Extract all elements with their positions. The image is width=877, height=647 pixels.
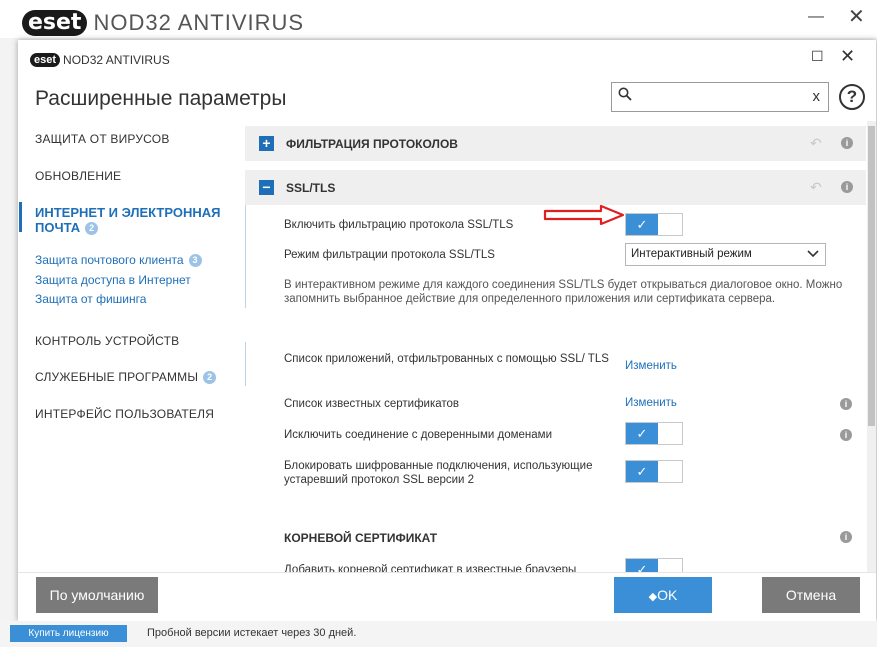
default-button[interactable]: По умолчанию [36, 577, 158, 613]
scrollbar-thumb[interactable] [868, 126, 875, 426]
sidebar-link-antiphishing[interactable]: Защита от фишинга [35, 292, 146, 306]
help-icon[interactable]: ? [839, 84, 865, 110]
search-input[interactable]: x [611, 82, 829, 112]
eset-logo: eset [30, 52, 61, 67]
chevron-down-icon [807, 250, 819, 258]
trial-status-text: Пробной версии истекает через 30 дней. [147, 627, 357, 639]
info-icon[interactable]: i [840, 429, 852, 441]
sidebar-link-mail-client[interactable]: Защита почтового клиента 3 [35, 253, 202, 268]
sidebar-item-update[interactable]: ОБНОВЛЕНИЕ [35, 169, 121, 183]
ok-button[interactable]: ◆OK [614, 577, 712, 613]
root-cert-title: КОРНЕВОЙ СЕРТИФИКАТ [284, 531, 438, 545]
sidebar-link-web-access[interactable]: Защита доступа в Интернет [35, 273, 191, 287]
sidebar-item-label: ИНТЕРНЕТ И ЭЛЕКТРОННАЯ [35, 205, 221, 220]
exclude-trusted-toggle[interactable]: ✓ [625, 422, 683, 445]
check-icon: ✓ [626, 461, 658, 482]
info-icon[interactable]: i [840, 531, 852, 543]
section-protocol-filtering[interactable]: + ФИЛЬТРАЦИЯ ПРОТОКОЛОВ ↶ i [245, 126, 866, 161]
expand-icon[interactable]: + [259, 136, 274, 151]
certs-list-label: Список известных сертификатов [284, 398, 460, 410]
search-icon [618, 87, 632, 101]
search-clear-icon[interactable]: x [813, 88, 821, 105]
annotation-arrow-icon [543, 204, 625, 226]
maximize-icon[interactable]: ☐ [811, 48, 824, 65]
minimize-icon[interactable]: — [808, 8, 824, 26]
sidebar-item-label: СЛУЖЕБНЫЕ ПРОГРАММЫ [35, 370, 199, 384]
info-icon[interactable]: i [841, 137, 853, 149]
buy-license-button[interactable]: Купить лицензию [10, 625, 127, 642]
close-icon[interactable]: ✕ [848, 4, 868, 29]
info-icon[interactable]: i [840, 398, 852, 410]
enable-ssl-label: Включить фильтрацию протокола SSL/TLS [284, 219, 514, 231]
block-obsolete-label: Блокировать шифрованные подключения, исп… [284, 460, 593, 486]
sidebar-item-label: ПОЧТА [35, 220, 81, 235]
check-icon: ✓ [626, 214, 658, 235]
count-badge: 2 [85, 222, 99, 236]
enable-ssl-toggle[interactable]: ✓ [625, 213, 683, 236]
active-marker [19, 202, 22, 232]
check-icon: ✓ [626, 423, 658, 444]
dialog-title: NOD32 ANTIVIRUS [63, 52, 170, 67]
block-obsolete-toggle[interactable]: ✓ [625, 460, 683, 483]
sidebar-item-tools[interactable]: СЛУЖЕБНЫЕ ПРОГРАММЫ 2 [35, 370, 217, 385]
exclude-trusted-label: Исключить соединение с доверенными домен… [284, 429, 552, 441]
dialog-header: eset NOD32 ANTIVIRUS [30, 51, 170, 69]
certs-list-edit-link[interactable]: Изменить [625, 397, 677, 409]
advanced-settings-dialog: eset NOD32 ANTIVIRUS ☐ ✕ Расширенные пара… [18, 40, 876, 621]
sidebar-link-label: Защита почтового клиента [35, 253, 184, 267]
sidebar-item-internet-email[interactable]: ИНТЕРНЕТ И ЭЛЕКТРОННАЯ ПОЧТА 2 [35, 205, 235, 236]
page-title: Расширенные параметры [35, 87, 287, 110]
ok-label: OK [657, 587, 678, 603]
apps-list-label: Список приложений, отфильтрованных с пом… [284, 353, 609, 365]
count-badge: 2 [203, 371, 217, 385]
section-indicator-line [245, 205, 246, 308]
revert-icon[interactable]: ↶ [810, 179, 822, 196]
mode-select[interactable]: Интерактивный режим [625, 243, 826, 266]
dialog-close-icon[interactable]: ✕ [840, 46, 855, 67]
section-indicator-line [245, 342, 246, 386]
section-ssl-tls[interactable]: − SSL/TLS ↶ i [245, 170, 866, 205]
apps-list-edit-link[interactable]: Изменить [625, 360, 677, 372]
sidebar-item-virus-protection[interactable]: ЗАЩИТА ОТ ВИРУСОВ [35, 132, 170, 146]
background-logo: eset NOD32 ANTIVIRUS [22, 10, 304, 38]
mode-label: Режим фильтрации протокола SSL/TLS [284, 249, 495, 261]
mode-select-value: Интерактивный режим [631, 248, 752, 260]
revert-icon[interactable]: ↶ [810, 135, 822, 152]
section-title: ФИЛЬТРАЦИЯ ПРОТОКОЛОВ [286, 137, 458, 151]
sidebar-item-user-interface[interactable]: ИНТЕРФЕЙС ПОЛЬЗОВАТЕЛЯ [35, 407, 214, 421]
cancel-button[interactable]: Отмена [762, 577, 860, 613]
eset-logo: eset [22, 10, 88, 36]
mode-description: В интерактивном режиме для каждого соеди… [284, 279, 843, 305]
count-badge: 3 [188, 254, 202, 268]
info-icon[interactable]: i [841, 181, 853, 193]
sidebar-item-device-control[interactable]: КОНТРОЛЬ УСТРОЙСТВ [35, 334, 179, 348]
collapse-icon[interactable]: − [259, 180, 274, 195]
background-title: NOD32 ANTIVIRUS [93, 10, 305, 35]
shield-icon: ◆ [648, 591, 658, 603]
status-bar [0, 621, 877, 647]
section-title: SSL/TLS [286, 181, 336, 195]
